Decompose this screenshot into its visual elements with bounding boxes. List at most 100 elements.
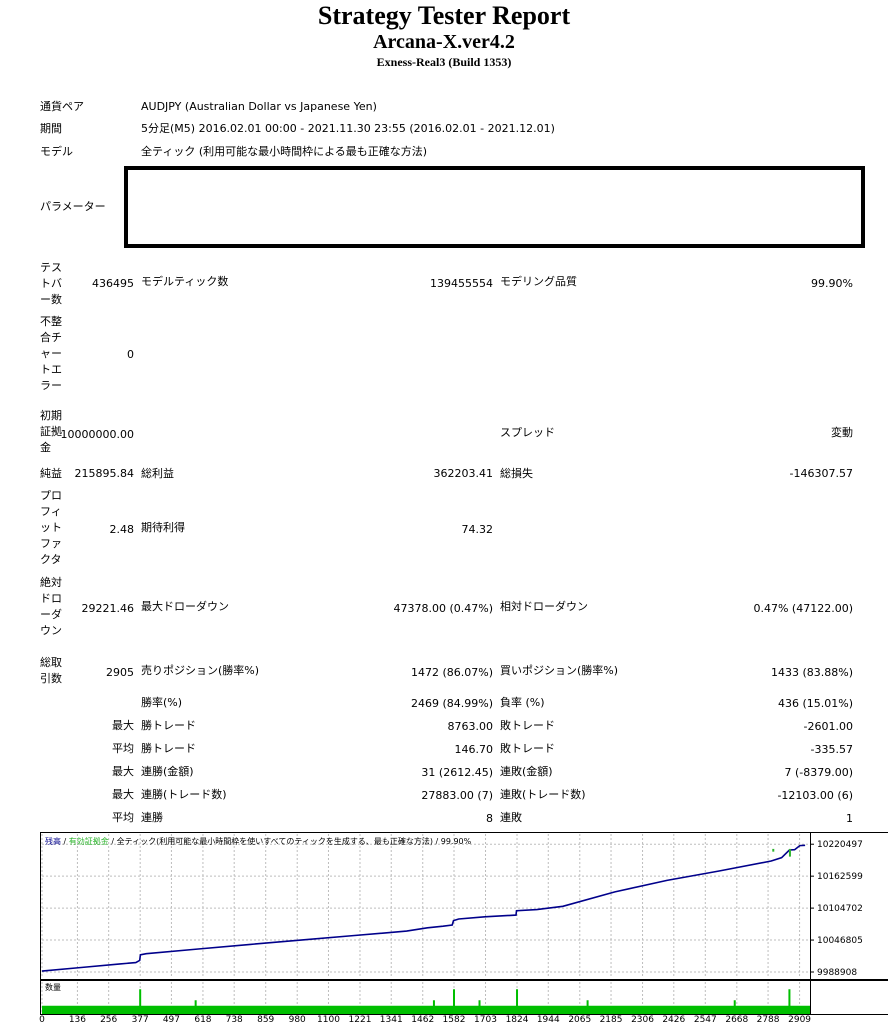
chart-legend: 残高 / 有効証拠金 / 全ティック(利用可能な最小時間枠を使いすべてのティック…: [45, 836, 472, 846]
spread-label: スプレッド: [500, 426, 555, 439]
x-tick-label: 1341: [379, 1015, 403, 1025]
y-tick-label: 10046805: [817, 936, 863, 946]
gross-profit-value: 362203.41: [433, 467, 494, 480]
max-cons-loss-label: 連敗(トレード数): [500, 788, 586, 801]
abs-drawdown-value: 29221.46: [81, 602, 135, 615]
volume-spike: [733, 1000, 736, 1014]
parameters-label: パラメーター: [40, 200, 106, 213]
spread-value: 変動: [831, 426, 853, 439]
period-label: 期間: [40, 122, 62, 135]
gross-loss-value: -146307.57: [789, 467, 853, 480]
x-tick-label: 1824: [505, 1015, 529, 1025]
max-drawdown-label: 最大ドローダウン: [141, 600, 229, 613]
x-tick-label: 1944: [536, 1015, 560, 1025]
x-tick-label: 2185: [599, 1015, 623, 1025]
server-info: Exness-Real3 (Build 1353): [376, 55, 512, 69]
x-tick-label: 980: [288, 1015, 306, 1025]
avg-win-label: 勝トレード: [141, 742, 196, 755]
quality-value: 99.90%: [811, 277, 853, 290]
x-tick-label: 497: [162, 1015, 181, 1025]
max-cons-label: 最大: [112, 765, 134, 778]
x-axis: 0 136 256 377 497 618 738 859 980 1100 1221 1341 146…: [36, 1015, 888, 1029]
largest-loss-value: -2601.00: [803, 720, 853, 733]
volume-spike: [478, 1000, 481, 1014]
legend-balance: 残高: [45, 836, 61, 846]
long-positions-label: 買いポジション(勝率%): [500, 664, 619, 677]
volume-chart: 数量: [40, 980, 888, 1015]
ticks-label: モデルティック数: [141, 275, 229, 288]
total-trades-value: 2905: [106, 666, 134, 679]
max-cons-losses-value: 7 (-8379.00): [784, 766, 853, 779]
volume-baseline: [42, 1005, 810, 1014]
x-tick-label: 377: [131, 1015, 149, 1025]
x-tick-label: 2909: [788, 1015, 812, 1025]
legend-rest: / 全ティック(利用可能な最小時間枠を使いすべてのティックを生成する、最も正確な…: [109, 836, 472, 846]
avg-win-value: 146.70: [454, 743, 494, 756]
x-tick-label: 0: [39, 1015, 45, 1025]
legend-sep: /: [61, 837, 69, 846]
short-positions-value: 1472 (86.07%): [410, 666, 493, 679]
mismatch-value: 0: [127, 348, 134, 361]
symbol-label: 通貨ペア: [40, 100, 84, 113]
x-tick-label: 2426: [662, 1015, 686, 1025]
x-tick-label: 2306: [631, 1015, 654, 1025]
avg-cons-losses-value: 1: [846, 812, 853, 825]
x-tick-label: 2788: [756, 1015, 780, 1025]
volume-spike: [139, 989, 142, 1014]
x-tick-label: 136: [68, 1015, 86, 1025]
win-rate-value: 2469 (84.99%): [410, 697, 493, 710]
bars-value: 436495: [92, 277, 134, 290]
avg-loss-label: 敗トレード: [500, 742, 555, 755]
x-tick-label: 256: [100, 1015, 118, 1025]
expected-payoff-value: 74.32: [461, 523, 494, 536]
volume-spike: [788, 989, 791, 1014]
chart-frame: [40, 832, 888, 980]
net-profit-label: 純益: [40, 467, 62, 480]
x-tick-label: 2065: [568, 1015, 592, 1025]
report-title: Strategy Tester Report: [317, 1, 571, 30]
rel-drawdown-label: 相対ドローダウン: [500, 600, 588, 613]
x-tick-label: 618: [194, 1015, 212, 1025]
volume-spike: [452, 989, 455, 1014]
win-rate-label: 勝率(%): [141, 696, 183, 709]
model-label: モデル: [40, 145, 73, 158]
average-label: 平均: [112, 742, 134, 755]
loss-rate-value: 436 (15.01%): [777, 697, 853, 710]
x-tick-label: 1100: [317, 1015, 340, 1025]
volume-spike: [516, 989, 519, 1014]
y-tick-label: 10220497: [817, 840, 863, 850]
avg-cons-label: 平均: [112, 811, 134, 824]
mismatch-label: 不整合チャートエラー: [40, 315, 62, 392]
max-cons-profit-value: 27883.00 (7): [421, 789, 493, 802]
x-tick-label: 1462: [411, 1015, 435, 1025]
avg-cons-wins-label: 連勝: [141, 811, 163, 824]
x-tick-label: 2547: [693, 1015, 717, 1025]
gross-profit-label: 総利益: [141, 467, 174, 480]
equity-chart: 10220497 10162599 10104702 10046805 9988908 残…: [40, 832, 888, 980]
x-tick-label: 1221: [348, 1015, 372, 1025]
y-tick-label: 10162599: [817, 872, 863, 882]
avg-cons-losses-label: 連敗: [500, 811, 522, 824]
avg-cons-wins-value: 8: [486, 812, 493, 825]
volume-spike: [586, 1000, 589, 1014]
y-tick-label: 9988908: [817, 968, 857, 978]
net-profit-value: 215895.84: [74, 467, 135, 480]
largest-win-value: 8763.00: [447, 720, 494, 733]
max-cons-profit-label: 連勝(トレード数): [141, 788, 227, 801]
x-tick-label: 1703: [474, 1015, 497, 1025]
largest-win-label: 勝トレード: [141, 719, 196, 732]
volume-label: 数量: [45, 982, 61, 992]
x-tick-label: 859: [257, 1015, 275, 1025]
long-positions-value: 1433 (83.88%): [770, 666, 853, 679]
loss-rate-label: 負率 (%): [500, 696, 545, 709]
x-tick-label: 2668: [725, 1015, 749, 1025]
max-drawdown-value: 47378.00 (0.47%): [393, 602, 493, 615]
profit-factor-value: 2.48: [109, 523, 135, 536]
x-tick-label: 1582: [442, 1015, 466, 1025]
max-cons2-label: 最大: [112, 788, 134, 801]
ticks-value: 139455554: [430, 277, 493, 290]
largest-label: 最大: [112, 719, 134, 732]
deposit-value: 10000000.00: [60, 428, 134, 441]
max-cons-wins-value: 31 (2612.45): [421, 766, 493, 779]
max-cons-loss-value: -12103.00 (6): [777, 789, 853, 802]
